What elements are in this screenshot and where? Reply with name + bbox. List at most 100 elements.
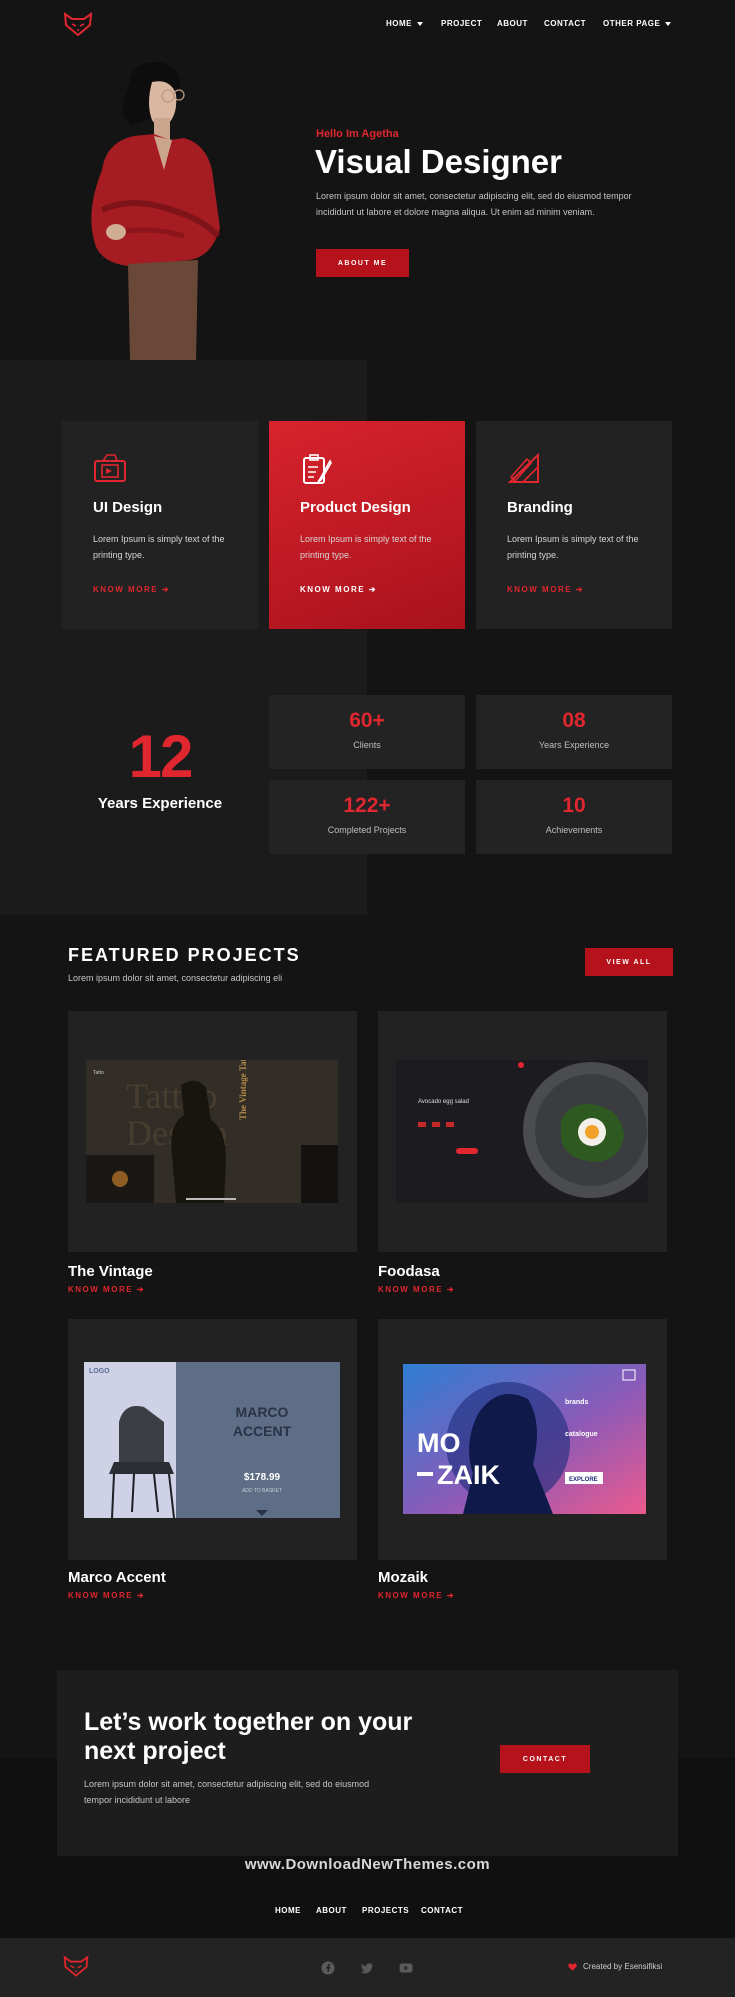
mozaik-label-2: catalogue (565, 1431, 598, 1438)
project-card-mozaik[interactable]: MO ZAIK brands catalogue EXPLORE Mozaik … (378, 1319, 667, 1600)
arrow-right-icon: ➔ (575, 585, 584, 594)
footer-nav-projects[interactable]: PROJECTS (362, 1906, 409, 1915)
nav-other-page-label: OTHER PAGE (603, 19, 661, 28)
arrow-right-icon: ➔ (368, 585, 377, 594)
hero-greeting: Hello Im Agetha (316, 128, 399, 140)
nav-contact[interactable]: CONTACT (544, 19, 586, 28)
know-more-link[interactable]: KNOW MORE ➔ (378, 1591, 455, 1600)
footer-nav-about[interactable]: ABOUT (316, 1906, 347, 1915)
marco-logo: LOGO (89, 1368, 110, 1375)
stat-value: 122+ (343, 794, 391, 817)
stat-label: Achievements (545, 825, 603, 835)
footer-credit: Created by Esensifiksi (568, 1962, 662, 1971)
arrow-right-icon: ➔ (446, 1591, 455, 1600)
hero-portrait-image (91, 62, 221, 360)
project-card-foodasa[interactable]: Avocado egg salad Foodasa KNOW MORE ➔ (378, 1011, 667, 1294)
product-design-icon (303, 454, 332, 484)
credit-text: Created by Esensifiksi (583, 1962, 663, 1971)
chevron-down-icon (417, 21, 423, 26)
stat-card: 08 Years Experience (476, 695, 672, 769)
know-more-link[interactable]: KNOW MORE ➔ (378, 1285, 455, 1294)
know-more-link[interactable]: KNOW MORE ➔ (68, 1285, 145, 1294)
about-me-button[interactable]: ABOUT ME (316, 249, 409, 277)
mozaik-button: EXPLORE (569, 1477, 598, 1483)
nav-contact-label: CONTACT (544, 19, 587, 28)
marco-title-2: ACCENT (233, 1423, 292, 1439)
know-more-link[interactable]: KNOW MORE ➔ (507, 585, 584, 594)
foodasa-headline: Avocado egg salad (418, 1099, 469, 1105)
project-name: Marco Accent (68, 1569, 166, 1586)
vintage-headline: The Vintage Tattoo Design (238, 1060, 248, 1120)
project-name: The Vintage (68, 1263, 153, 1280)
service-title: UI Design (93, 499, 163, 516)
nav-other-page[interactable]: OTHER PAGE (603, 19, 672, 28)
know-more-link[interactable]: KNOW MORE ➔ (68, 1591, 145, 1600)
project-card-marco-accent[interactable]: LOGO MARCO ACCENT $178.99 ADD TO BASKET … (68, 1319, 357, 1600)
fox-logo-icon[interactable] (62, 1955, 90, 1977)
nav-home[interactable]: HOME (386, 19, 423, 28)
ui-design-icon (94, 454, 126, 482)
project-thumbnail-mozaik: MO ZAIK brands catalogue EXPLORE (403, 1364, 646, 1514)
youtube-icon[interactable] (399, 1961, 413, 1975)
service-description: Lorem Ipsum is simply text of the printi… (300, 534, 432, 560)
years-label: Years Experience (97, 795, 223, 812)
nav-about[interactable]: ABOUT (497, 19, 528, 28)
service-description: Lorem Ipsum is simply text of the printi… (507, 534, 639, 560)
stat-value: 10 (562, 794, 586, 817)
cta-title: Let’s work together on your next project (84, 1708, 413, 1765)
twitter-icon[interactable] (360, 1961, 374, 1975)
service-card-branding[interactable]: Branding Lorem Ipsum is simply text of t… (476, 421, 672, 629)
hero-description: Lorem ipsum dolor sit amet, consectetur … (316, 191, 632, 217)
stat-value: 60+ (349, 709, 385, 732)
project-card-the-vintage[interactable]: Tattoo Design Tatto The Vintage Tattoo D… (68, 1011, 357, 1294)
mozaik-title-2: ZAIK (437, 1460, 500, 1490)
nav-project[interactable]: PROJECT (441, 19, 482, 28)
nav-about-label: ABOUT (497, 19, 528, 28)
heart-icon (568, 1962, 577, 1971)
service-description: Lorem Ipsum is simply text of the printi… (93, 534, 225, 560)
arrow-right-icon: ➔ (136, 1285, 145, 1294)
stat-label: Completed Projects (327, 825, 407, 835)
know-more-link[interactable]: KNOW MORE ➔ (93, 585, 170, 594)
marco-cta: ADD TO BASKET (242, 1488, 282, 1494)
arrow-right-icon: ➔ (161, 585, 170, 594)
stat-label: Years Experience (538, 740, 610, 750)
stat-value: 08 (562, 709, 586, 732)
service-title: Product Design (300, 499, 411, 516)
facebook-icon[interactable] (321, 1961, 335, 1975)
contact-button[interactable]: CONTACT (500, 1745, 590, 1773)
project-name: Foodasa (378, 1263, 440, 1280)
project-thumbnail-foodasa: Avocado egg salad (396, 1060, 648, 1203)
nav-project-label: PROJECT (441, 19, 483, 28)
marco-price: $178.99 (244, 1472, 281, 1483)
cta-description: Lorem ipsum dolor sit amet, consectetur … (84, 1779, 370, 1805)
branding-icon (507, 453, 539, 483)
service-card-product-design[interactable]: Product Design Lorem Ipsum is simply tex… (269, 421, 465, 629)
view-all-button[interactable]: VIEW ALL (585, 948, 673, 976)
marco-title-1: MARCO (236, 1404, 289, 1420)
project-thumbnail-vintage: Tattoo Design Tatto The Vintage Tattoo D… (86, 1060, 338, 1203)
project-thumbnail-marco: LOGO MARCO ACCENT $178.99 ADD TO BASKET (84, 1362, 340, 1518)
stat-card: 60+ Clients (269, 695, 465, 769)
fox-logo-icon[interactable] (62, 12, 94, 36)
featured-projects-subtitle: Lorem ipsum dolor sit amet, consectetur … (68, 973, 283, 983)
featured-projects-title: FEATURED PROJECTS (68, 945, 301, 965)
arrow-right-icon: ➔ (446, 1285, 455, 1294)
service-title: Branding (507, 499, 573, 516)
know-more-link[interactable]: KNOW MORE ➔ (300, 585, 377, 594)
stat-card: 122+ Completed Projects (269, 780, 465, 854)
chevron-down-icon (665, 21, 672, 26)
project-name: Mozaik (378, 1569, 429, 1586)
footer-nav-contact[interactable]: CONTACT (421, 1906, 463, 1915)
hero-title: Visual Designer (315, 143, 563, 180)
mozaik-label-1: brands (565, 1399, 588, 1406)
service-card-ui-design[interactable]: UI Design Lorem Ipsum is simply text of … (62, 421, 258, 629)
watermark-text: www.DownloadNewThemes.com (244, 1856, 491, 1873)
arrow-right-icon: ➔ (136, 1591, 145, 1600)
stat-label: Clients (353, 740, 381, 750)
nav-home-label: HOME (386, 19, 412, 28)
footer-nav-home[interactable]: HOME (275, 1906, 301, 1915)
stat-card: 10 Achievements (476, 780, 672, 854)
vintage-brand: Tatto (93, 1070, 104, 1076)
years-number: 12 (128, 723, 194, 790)
